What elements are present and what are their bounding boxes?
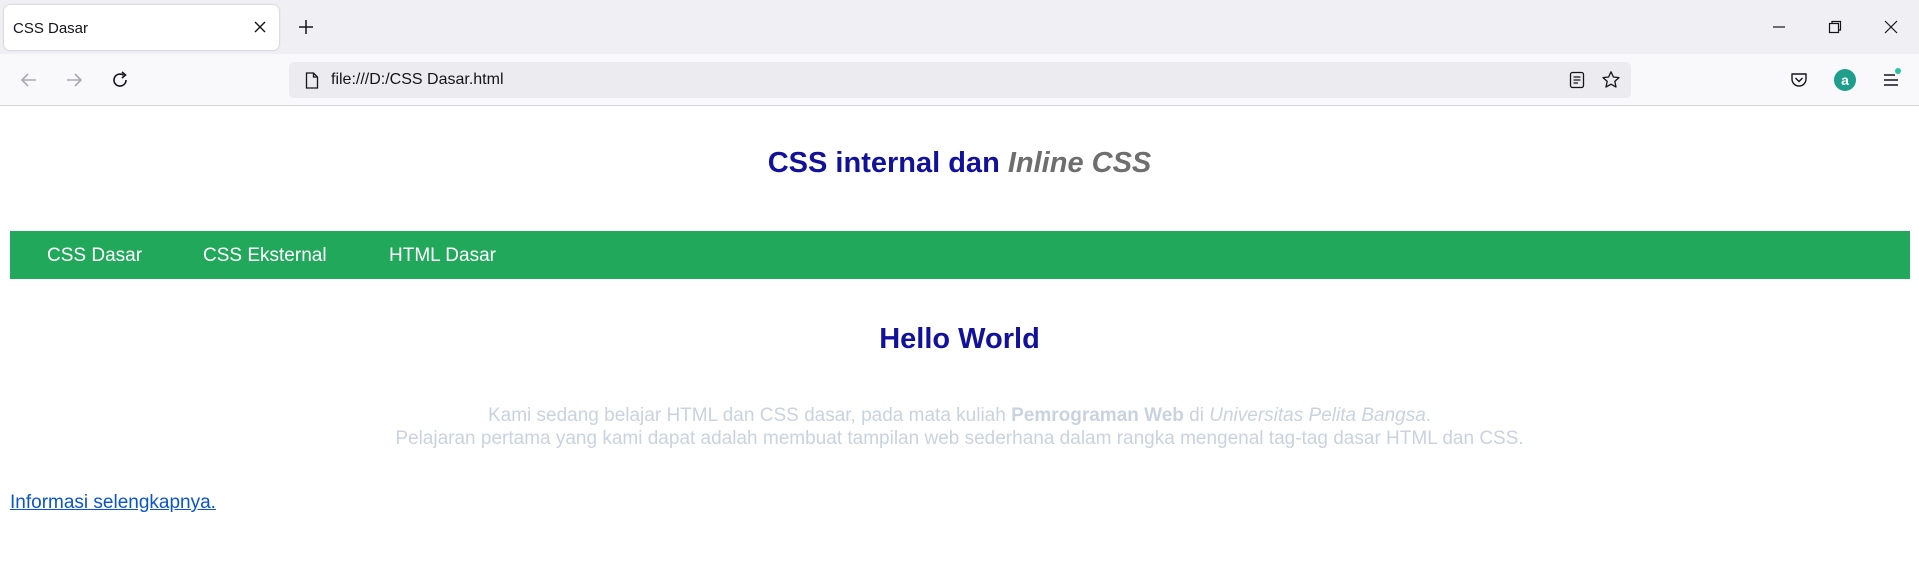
hamburger-menu-icon[interactable]: [1875, 64, 1907, 96]
web-page: CSS internal dan Inline CSS CSS Dasar CS…: [0, 107, 1919, 561]
page-heading: CSS internal dan Inline CSS: [0, 147, 1919, 180]
navigation-toolbar: file:///D:/CSS Dasar.html a: [0, 54, 1919, 106]
reader-view-icon[interactable]: [1565, 68, 1589, 92]
update-dot: [1895, 68, 1901, 74]
url-bar[interactable]: file:///D:/CSS Dasar.html: [289, 62, 1631, 98]
tab-title: CSS Dasar: [13, 20, 89, 37]
arrow-right-icon[interactable]: [58, 64, 90, 96]
para-text: Kami sedang belajar HTML dan CSS dasar, …: [487, 405, 1012, 426]
account-icon[interactable]: a: [1829, 64, 1861, 96]
url-text[interactable]: file:///D:/CSS Dasar.html: [331, 71, 504, 89]
tab-strip: CSS Dasar: [0, 0, 1919, 54]
plus-icon[interactable]: [292, 13, 320, 41]
pocket-icon[interactable]: [1783, 64, 1815, 96]
page-icon: [303, 70, 321, 90]
para-line-2: Pelajaran pertama yang kami dapat adalah…: [395, 428, 1524, 449]
star-icon[interactable]: [1599, 68, 1623, 92]
restore-icon[interactable]: [1815, 10, 1855, 44]
menu-item-css-eksternal[interactable]: CSS Eksternal: [203, 245, 327, 267]
heading-text: CSS internal dan: [767, 147, 1008, 179]
browser-tab[interactable]: CSS Dasar: [4, 5, 279, 50]
para-italic-text: Universitas Pelita Bangsa: [1209, 405, 1426, 426]
para-text-2: di: [1183, 405, 1210, 426]
close-window-icon[interactable]: [1871, 10, 1911, 44]
menu-item-html-dasar[interactable]: HTML Dasar: [389, 245, 496, 267]
nav-menu: CSS Dasar CSS Eksternal HTML Dasar: [10, 231, 1910, 279]
reload-icon[interactable]: [104, 64, 136, 96]
para-bold-text: Pemrograman Web: [1011, 405, 1184, 426]
para-period: .: [1425, 405, 1432, 426]
hello-heading: Hello World: [879, 323, 1040, 355]
arrow-left-icon[interactable]: [13, 64, 45, 96]
minimize-icon[interactable]: [1759, 10, 1799, 44]
heading-inline-text: Inline CSS: [1007, 147, 1152, 179]
menu-item-css-dasar[interactable]: CSS Dasar: [47, 245, 142, 267]
more-info-link[interactable]: Informasi selengkapnya.: [10, 492, 216, 514]
close-icon[interactable]: [249, 16, 271, 38]
intro-paragraph: Kami sedang belajar HTML dan CSS dasar, …: [0, 404, 1919, 450]
account-avatar: a: [1834, 69, 1856, 91]
